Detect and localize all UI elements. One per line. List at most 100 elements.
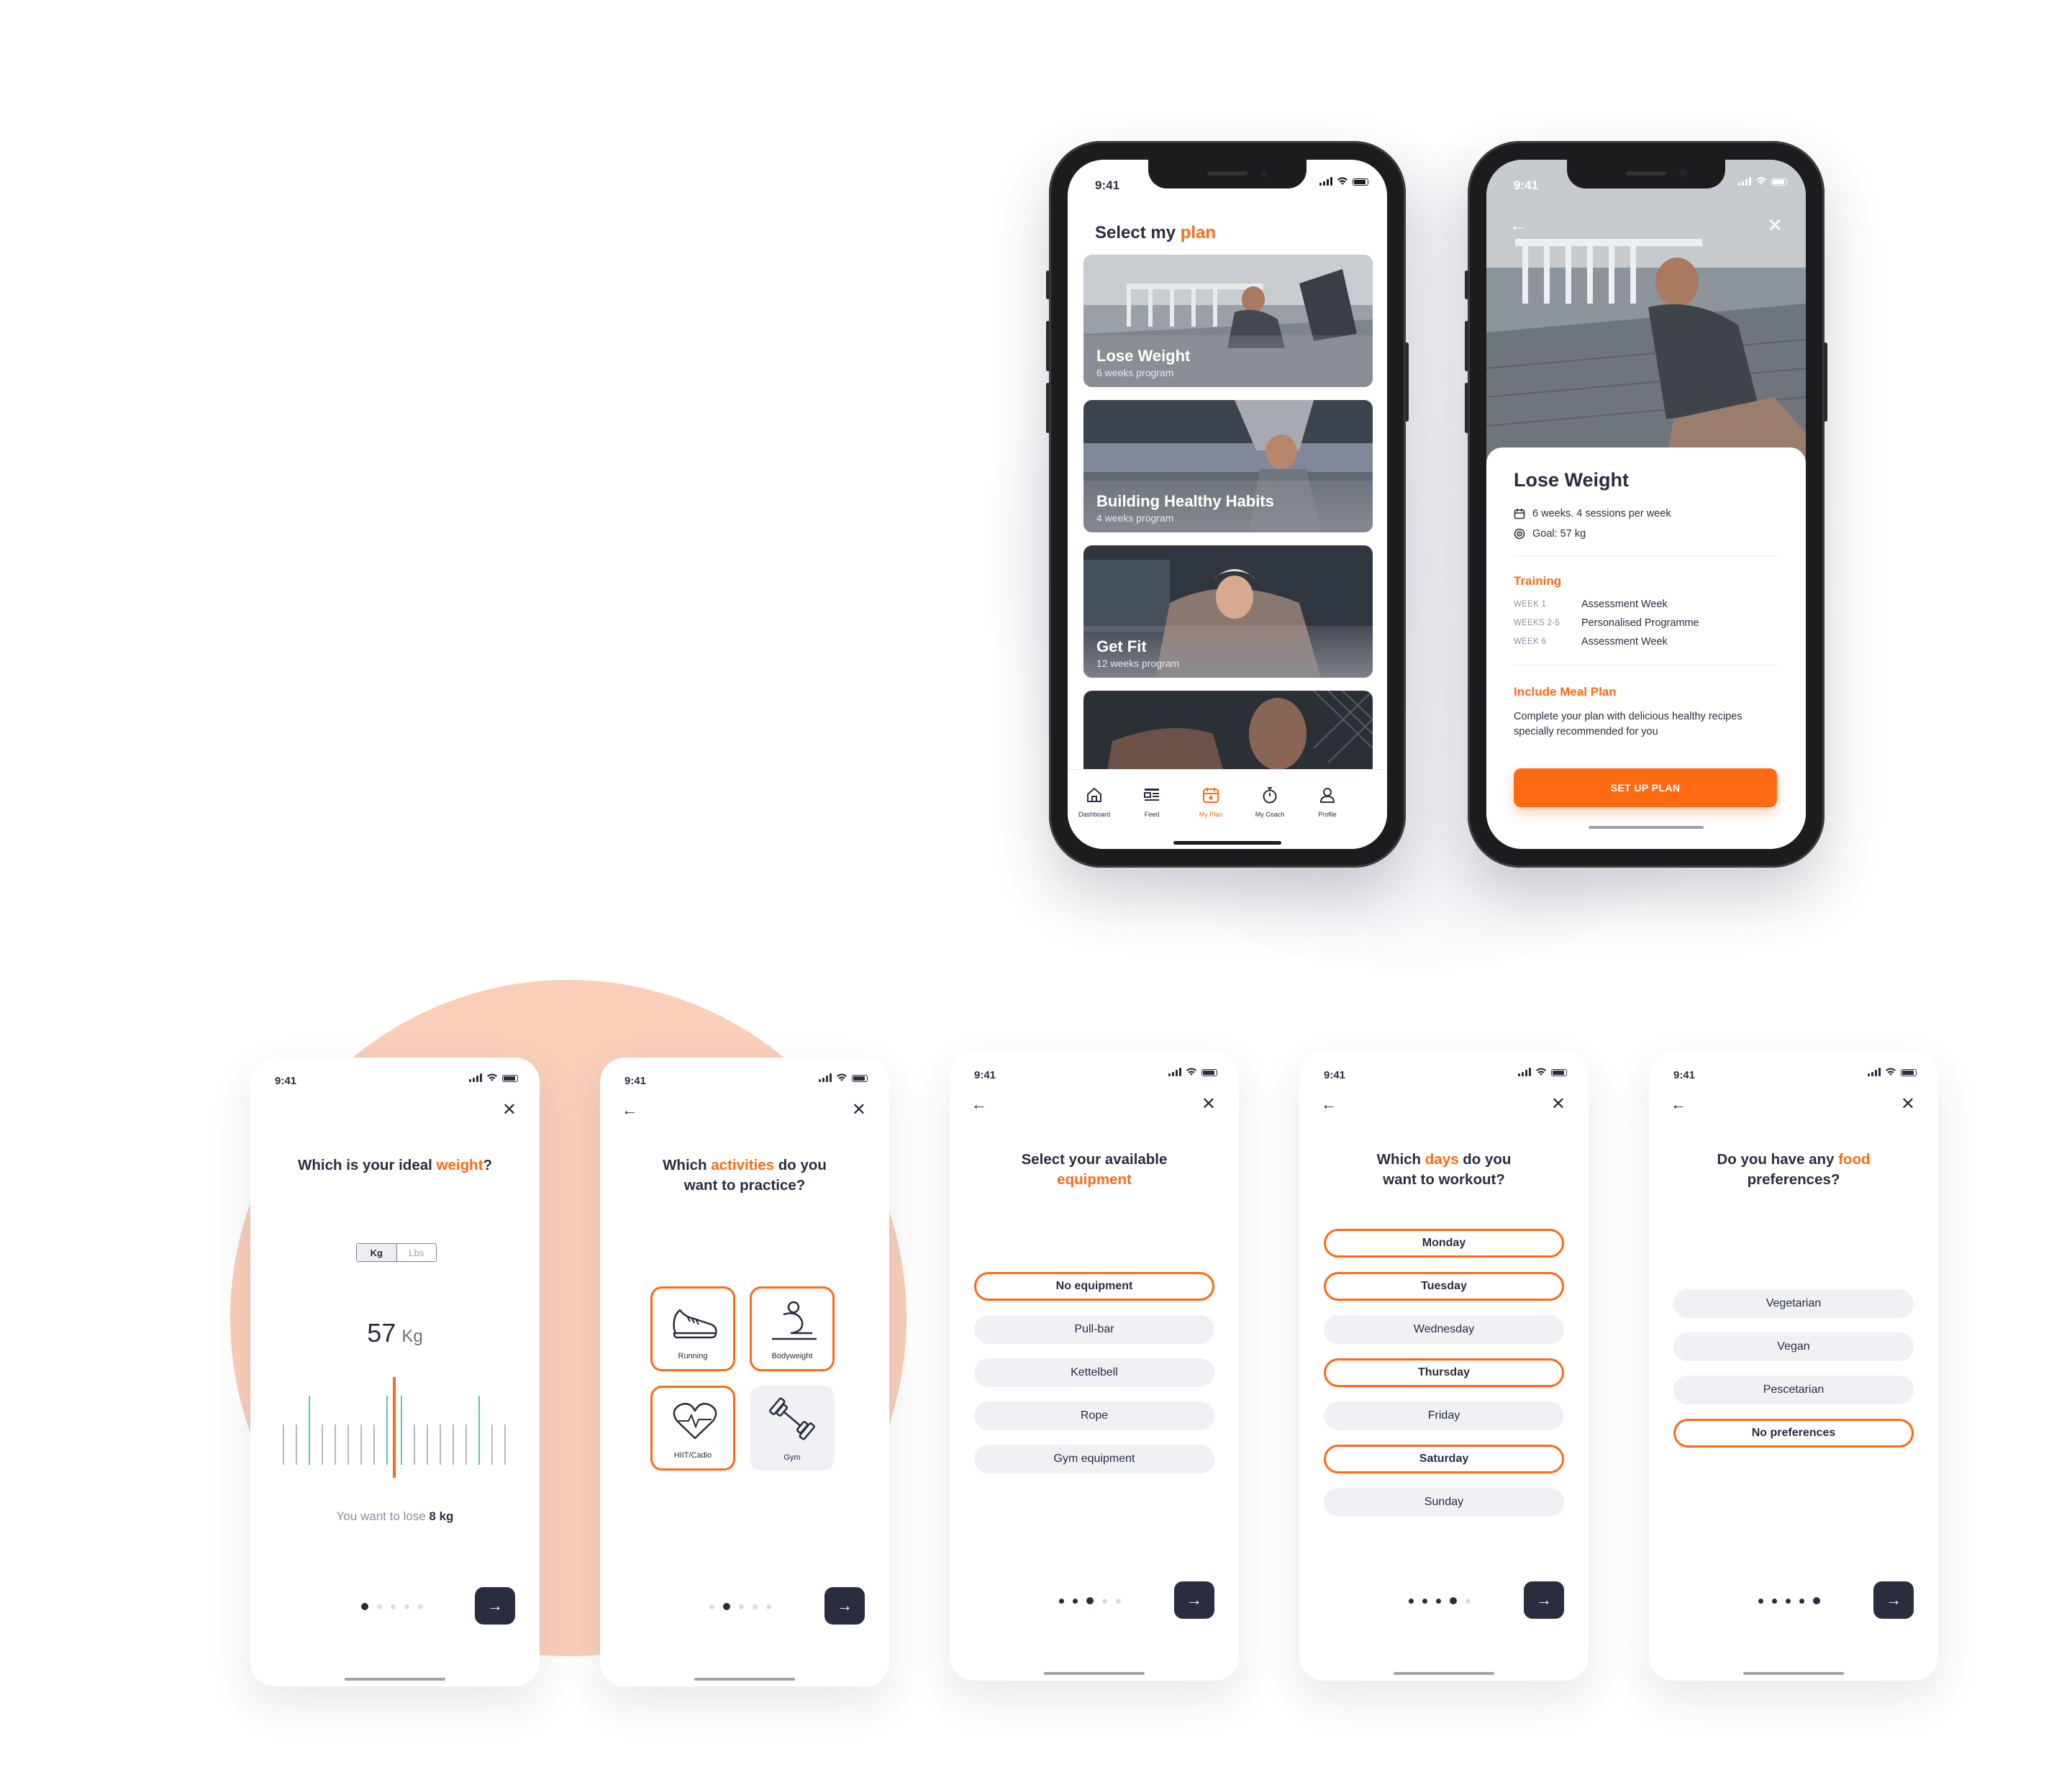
home-indicator: [1394, 1672, 1494, 1675]
tab-my-plan[interactable]: My Plan: [1186, 786, 1236, 818]
close-icon[interactable]: ✕: [1901, 1094, 1915, 1114]
close-icon[interactable]: ✕: [1201, 1094, 1216, 1114]
home-indicator: [1589, 826, 1704, 829]
option-tuesday[interactable]: Tuesday: [1324, 1272, 1564, 1301]
arrow-right-icon: →: [1536, 1591, 1552, 1609]
stretch-icon: [772, 1301, 817, 1340]
tab-my-coach[interactable]: My Coach: [1245, 786, 1295, 818]
onboarding-days-screen: 9:41 ← ✕ Which days do you want to workou…: [1299, 1052, 1589, 1681]
close-icon[interactable]: ✕: [502, 1099, 517, 1120]
battery-icon: [1201, 1069, 1217, 1076]
question-title: Which is your ideal weight?: [298, 1157, 492, 1173]
option-vegetarian[interactable]: Vegetarian: [1673, 1289, 1914, 1318]
meal-plan-description: Complete your plan with delicious health…: [1514, 711, 1742, 737]
page-title: Select my plan: [1095, 223, 1217, 242]
shoe-icon: [673, 1309, 717, 1339]
home-icon: [1087, 787, 1101, 802]
phone-plan-list: 9:41 Select my plan Lose Weight 6 weeks …: [1046, 141, 1409, 868]
activity-gym[interactable]: Gym: [750, 1386, 835, 1471]
arrow-right-icon: →: [487, 1596, 503, 1614]
back-arrow-icon[interactable]: ←: [1321, 1095, 1337, 1114]
plan-card-title: Building Healthy Habits: [1096, 492, 1274, 510]
signal-icon: [469, 1073, 482, 1082]
activity-bodyweight[interactable]: Bodyweight: [750, 1286, 835, 1371]
option-pull-bar[interactable]: Pull-bar: [974, 1315, 1214, 1344]
plan-hero-photo: [1486, 160, 1806, 462]
next-button[interactable]: →: [1524, 1581, 1564, 1619]
back-arrow-icon[interactable]: ←: [1671, 1095, 1686, 1114]
option-kettlebell[interactable]: Kettelbell: [974, 1358, 1214, 1387]
unit-lbs-option[interactable]: Lbs: [397, 1244, 437, 1261]
status-bar: 9:41: [250, 1058, 540, 1101]
next-button[interactable]: →: [475, 1587, 515, 1625]
progress-dots: [1059, 1597, 1121, 1604]
next-button[interactable]: →: [1174, 1581, 1214, 1619]
onboarding-activities-screen: 9:41 ← ✕ Which activities do you want to …: [600, 1058, 889, 1686]
status-icons: [1168, 1068, 1217, 1076]
option-gym-equipment[interactable]: Gym equipment: [974, 1445, 1214, 1473]
home-indicator: [345, 1678, 445, 1681]
arrow-right-icon: →: [837, 1596, 853, 1614]
onboarding-food-screen: 9:41 ← ✕ Do you have any food preferences…: [1649, 1052, 1938, 1681]
activity-running[interactable]: Running: [650, 1286, 735, 1371]
option-monday[interactable]: Monday: [1324, 1229, 1564, 1258]
back-arrow-icon[interactable]: ←: [622, 1101, 637, 1119]
battery-icon: [1771, 178, 1787, 186]
status-icons: [1738, 177, 1787, 186]
unit-toggle: Kg Lbs: [356, 1243, 437, 1262]
training-week: WEEKS 2-5: [1514, 619, 1560, 627]
weight-ruler-slider[interactable]: [282, 1374, 508, 1482]
status-bar: 9:41: [600, 1058, 889, 1101]
training-label: Assessment Week: [1581, 599, 1668, 610]
unit-kg-option[interactable]: Kg: [357, 1244, 397, 1261]
plan-card-get-fit[interactable]: Get Fit 12 weeks program: [1083, 545, 1373, 678]
option-pescetarian[interactable]: Pescetarian: [1673, 1376, 1914, 1404]
battery-icon: [1901, 1069, 1917, 1076]
option-vegan[interactable]: Vegan: [1673, 1332, 1914, 1361]
back-arrow-icon[interactable]: ←: [1509, 216, 1527, 236]
tab-dashboard[interactable]: Dashboard: [1069, 786, 1119, 818]
next-button[interactable]: →: [824, 1587, 865, 1625]
target-icon: [1514, 528, 1525, 540]
training-heading: Training: [1514, 574, 1562, 588]
calendar-icon: [1203, 788, 1219, 803]
home-indicator: [1044, 1672, 1145, 1675]
tab-feed[interactable]: Feed: [1127, 786, 1177, 818]
status-time: 9:41: [275, 1075, 297, 1087]
question-title: Do you have any food preferences?: [1717, 1151, 1871, 1188]
progress-dots: [361, 1603, 423, 1610]
training-week: WEEK 6: [1514, 637, 1547, 646]
status-icons: [819, 1073, 868, 1082]
wifi-icon: [1886, 1068, 1896, 1076]
close-icon[interactable]: ✕: [1551, 1094, 1566, 1114]
set-up-plan-button[interactable]: SET UP PLAN: [1514, 768, 1777, 807]
option-no-preferences[interactable]: No preferences: [1673, 1419, 1914, 1448]
option-saturday[interactable]: Saturday: [1324, 1445, 1564, 1473]
plan-detail-screen: 9:41 ← ✕ Lose Weight 6 weeks. 4 sessions…: [1486, 160, 1806, 849]
option-friday[interactable]: Friday: [1324, 1401, 1564, 1430]
arrow-right-icon: →: [1886, 1591, 1901, 1609]
option-thursday[interactable]: Thursday: [1324, 1358, 1564, 1387]
tab-profile[interactable]: Profile: [1302, 786, 1353, 818]
plan-title: Lose Weight: [1514, 469, 1630, 491]
status-icons: [1518, 1068, 1567, 1076]
plan-card-lose-weight[interactable]: Lose Weight 6 weeks program: [1083, 255, 1373, 387]
question-title: Which days do you want to workout?: [1376, 1151, 1512, 1188]
back-arrow-icon[interactable]: ←: [971, 1095, 987, 1114]
close-icon[interactable]: ✕: [852, 1099, 866, 1120]
option-wednesday[interactable]: Wednesday: [1324, 1315, 1564, 1344]
battery-icon: [1353, 178, 1368, 186]
option-sunday[interactable]: Sunday: [1324, 1488, 1564, 1517]
close-icon[interactable]: ✕: [1767, 214, 1783, 237]
plan-card-healthy-habits[interactable]: Building Healthy Habits 4 weeks program: [1083, 400, 1373, 532]
battery-icon: [502, 1075, 518, 1082]
activity-hiit[interactable]: HIIT/Cadio: [650, 1386, 735, 1471]
next-button[interactable]: →: [1873, 1581, 1914, 1619]
status-time: 9:41: [1514, 178, 1539, 192]
question-title: Select your available equipment: [1021, 1151, 1168, 1188]
option-rope[interactable]: Rope: [974, 1401, 1214, 1430]
plan-card-title: Get Fit: [1096, 637, 1147, 655]
training-week: WEEK 1: [1514, 600, 1547, 609]
calendar-icon: [1514, 509, 1525, 519]
option-no-equipment[interactable]: No equipment: [974, 1272, 1214, 1301]
